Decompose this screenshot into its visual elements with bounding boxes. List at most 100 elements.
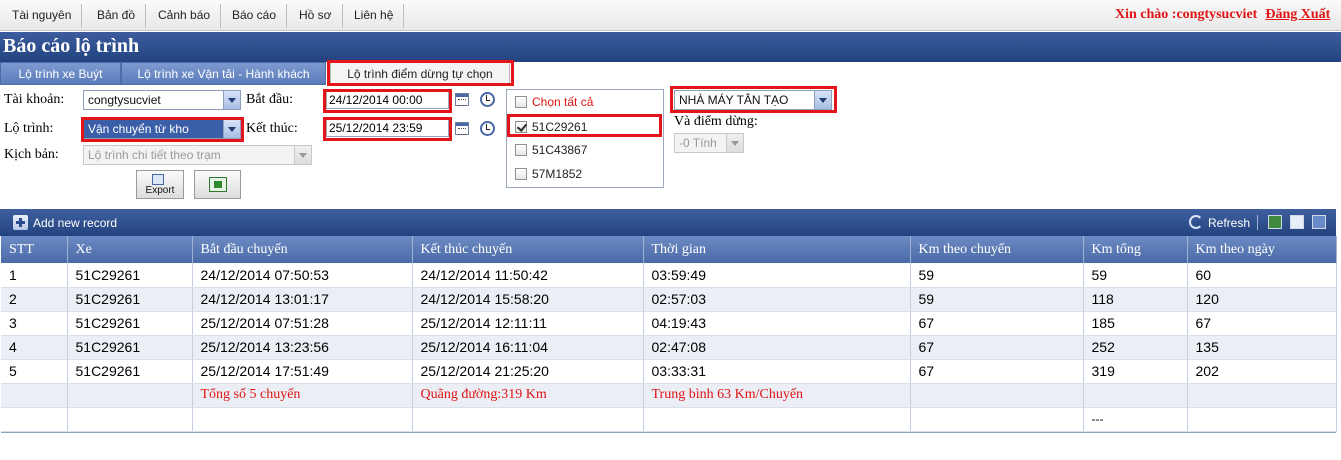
- cell-stt: 2: [1, 287, 68, 312]
- chevron-down-icon[interactable]: [814, 91, 831, 109]
- location-value: NHÀ MÁY TÂN TẠO: [679, 93, 789, 107]
- tab-bus-route[interactable]: Lộ trình xe Buýt: [0, 62, 121, 85]
- vehicle-checkbox[interactable]: [515, 168, 527, 180]
- menu-item-contact[interactable]: Liên hệ: [344, 4, 405, 28]
- account-label: Tài khoản:: [4, 92, 65, 107]
- start-datetime-input[interactable]: 24/12/2014 00:00: [326, 91, 449, 109]
- scenario-select[interactable]: Lộ trình chi tiết theo trạm: [83, 145, 312, 165]
- stop-value: -0 Tính: [679, 136, 717, 150]
- menu-item-alerts[interactable]: Cảnh báo: [148, 4, 222, 28]
- vehicle-checklist: Chọn tất cả 51C29261 51C43867 57M1852: [506, 89, 664, 188]
- total-distance: Quãng đường:319 Km: [412, 383, 644, 408]
- cell-km-day: 135: [1187, 335, 1337, 360]
- report-table: STT Xe Bắt đầu chuyến Kết thúc chuyến Th…: [1, 236, 1337, 432]
- refresh-button[interactable]: Refresh: [1208, 216, 1250, 230]
- vehicle-label: 57M1852: [532, 167, 583, 181]
- table-row[interactable]: 4 51C29261 25/12/2014 13:23:56 25/12/201…: [1, 335, 1337, 360]
- export-excel-icon[interactable]: [1268, 215, 1282, 229]
- add-icon[interactable]: [13, 215, 28, 230]
- cell-empty: [643, 407, 911, 432]
- export-word-icon[interactable]: [1290, 215, 1304, 229]
- column-header[interactable]: Thời gian: [643, 236, 911, 263]
- select-all-checkbox[interactable]: [515, 96, 527, 108]
- menu-item-map[interactable]: Bản đồ: [87, 4, 147, 28]
- cell-km-day: 67: [1187, 311, 1337, 336]
- cell-empty: [1187, 383, 1337, 408]
- table-header-row: STT Xe Bắt đầu chuyến Kết thúc chuyến Th…: [1, 236, 1337, 263]
- menu-item-profile[interactable]: Hồ sơ: [289, 4, 343, 28]
- location-select[interactable]: NHÀ MÁY TÂN TẠO: [674, 90, 832, 110]
- cell-empty: [910, 407, 1084, 432]
- cell-km-total: 59: [1083, 263, 1188, 288]
- cell-vehicle: 51C29261: [67, 335, 193, 360]
- route-select[interactable]: Vận chuyển từ kho: [83, 119, 241, 139]
- column-header[interactable]: Km theo chuyến: [910, 236, 1084, 263]
- calendar-icon[interactable]: [455, 93, 469, 106]
- calendar-icon[interactable]: [455, 122, 469, 135]
- chevron-down-icon[interactable]: [223, 91, 240, 109]
- clock-icon[interactable]: [480, 92, 495, 107]
- summary-row: Tổng số 5 chuyến Quãng đường:319 Km Trun…: [1, 383, 1337, 408]
- chevron-down-icon[interactable]: [294, 146, 311, 164]
- stop-label: Và điểm dừng:: [674, 114, 758, 129]
- cell-empty: [67, 383, 193, 408]
- export-csv-icon[interactable]: [1312, 215, 1326, 229]
- menu-item-reports[interactable]: Báo cáo: [222, 4, 288, 28]
- grid-bottom-border: [1, 432, 1336, 433]
- vehicle-checkbox[interactable]: [515, 121, 527, 133]
- cell-vehicle: 51C29261: [67, 287, 193, 312]
- column-header[interactable]: Km tổng: [1083, 236, 1188, 263]
- cell-vehicle: 51C29261: [67, 311, 193, 336]
- column-header[interactable]: Km theo ngày: [1187, 236, 1337, 263]
- end-datetime-input[interactable]: 25/12/2014 23:59: [326, 119, 449, 137]
- cell-empty: [1, 383, 68, 408]
- export-button[interactable]: Export: [136, 170, 184, 199]
- greeting: Xin chào :congtysucviet Đăng Xuất: [1115, 7, 1330, 23]
- cell-km-day: 120: [1187, 287, 1337, 312]
- table-row[interactable]: 5 51C29261 25/12/2014 17:51:49 25/12/201…: [1, 359, 1337, 384]
- column-header[interactable]: Bắt đầu chuyến: [192, 236, 413, 263]
- cell-duration: 02:47:08: [643, 335, 911, 360]
- cell-km-trip: 67: [910, 335, 1084, 360]
- cell-start: 25/12/2014 17:51:49: [192, 359, 413, 384]
- cell-km-total: 118: [1083, 287, 1188, 312]
- clock-icon[interactable]: [480, 121, 495, 136]
- cell-km-total: 185: [1083, 311, 1188, 336]
- top-menu: Tài nguyên Bản đồ Cảnh báo Báo cáo Hồ sơ…: [0, 0, 1341, 31]
- chevron-down-icon[interactable]: [726, 134, 743, 152]
- logout-link[interactable]: Đăng Xuất: [1265, 7, 1330, 22]
- vehicle-checkbox[interactable]: [515, 144, 527, 156]
- cell-end: 25/12/2014 21:25:20: [412, 359, 644, 384]
- tab-transport-route[interactable]: Lộ trình xe Vận tải - Hành khách: [121, 62, 326, 85]
- excel-icon: [209, 177, 227, 192]
- footer-dash: ---: [1083, 407, 1188, 432]
- table-row[interactable]: 2 51C29261 24/12/2014 13:01:17 24/12/201…: [1, 287, 1337, 312]
- grid-toolbar: Add new record Refresh: [0, 209, 1336, 236]
- column-header[interactable]: Xe: [67, 236, 193, 263]
- page-title: Báo cáo lộ trình: [3, 35, 140, 57]
- export-label: Export: [145, 185, 175, 196]
- add-record-button[interactable]: Add new record: [33, 216, 117, 230]
- cell-km-day: 60: [1187, 263, 1337, 288]
- cell-empty: [910, 383, 1084, 408]
- cell-empty: [192, 407, 413, 432]
- tab-custom-stop-route[interactable]: Lộ trình điểm dừng tự chọn: [330, 62, 510, 85]
- table-row[interactable]: 1 51C29261 24/12/2014 07:50:53 24/12/201…: [1, 263, 1337, 288]
- menu-item-resources[interactable]: Tài nguyên: [2, 4, 83, 28]
- chevron-down-icon[interactable]: [223, 120, 240, 138]
- column-header[interactable]: Kết thúc chuyến: [412, 236, 644, 263]
- table-row[interactable]: 3 51C29261 25/12/2014 07:51:28 25/12/201…: [1, 311, 1337, 336]
- account-select[interactable]: congtysucviet: [83, 90, 241, 110]
- cell-start: 25/12/2014 13:23:56: [192, 335, 413, 360]
- cell-empty: [67, 407, 193, 432]
- cell-km-trip: 67: [910, 311, 1084, 336]
- cell-stt: 1: [1, 263, 68, 288]
- account-value: congtysucviet: [88, 93, 161, 107]
- excel-export-button[interactable]: [194, 170, 241, 199]
- cell-stt: 4: [1, 335, 68, 360]
- start-label: Bắt đầu:: [246, 92, 294, 107]
- stop-select[interactable]: -0 Tính: [674, 133, 744, 153]
- column-header[interactable]: STT: [1, 236, 68, 263]
- cell-vehicle: 51C29261: [67, 359, 193, 384]
- refresh-icon[interactable]: [1189, 215, 1203, 229]
